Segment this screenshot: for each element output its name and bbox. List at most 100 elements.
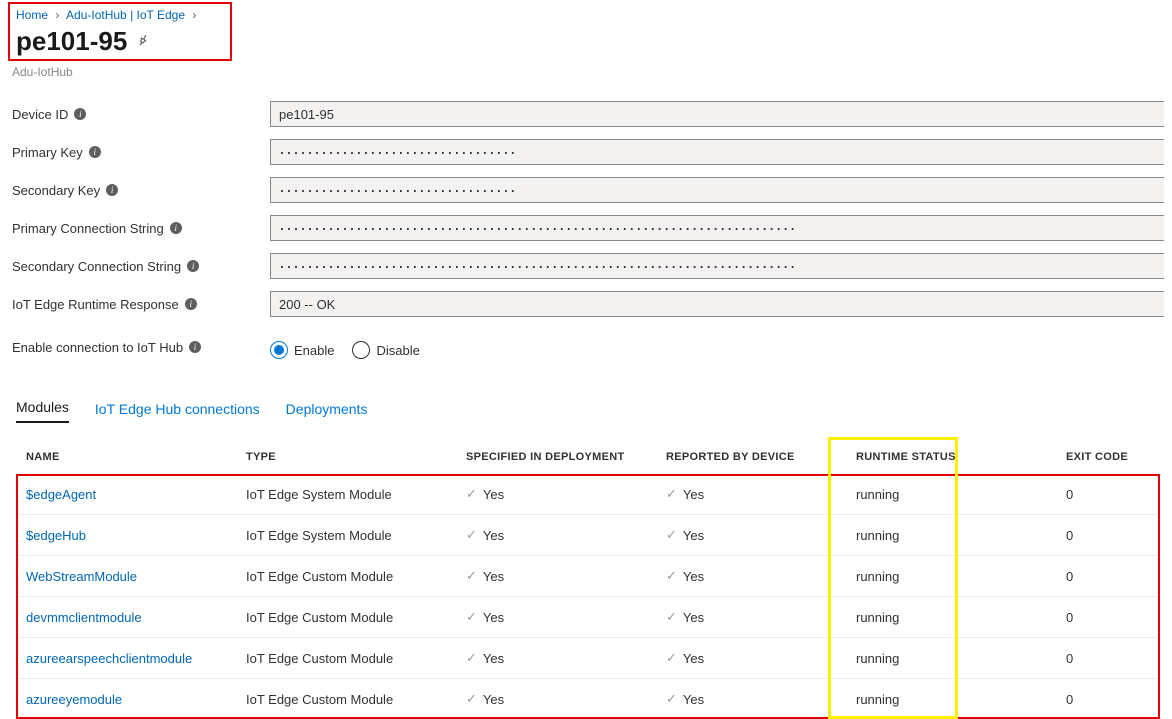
check-icon: ✓ <box>666 568 677 584</box>
spec-yes: ✓Yes <box>466 609 646 625</box>
enable-connection-label: Enable connection to IoT Hub <box>12 340 183 355</box>
table-row: $edgeHub IoT Edge System Module ✓Yes ✓Yes ru… <box>16 515 1160 556</box>
exit-code: 0 <box>1056 474 1160 515</box>
secondary-key-field[interactable]: ·································· <box>270 177 1164 203</box>
spec-yes: ✓Yes <box>466 568 646 584</box>
spec-yes: ✓Yes <box>466 486 646 502</box>
page-title: pe101-95 <box>16 26 127 57</box>
check-icon: ✓ <box>466 486 477 502</box>
info-icon[interactable]: i <box>89 146 101 158</box>
check-icon: ✓ <box>666 609 677 625</box>
col-reported[interactable]: REPORTED BY DEVICE <box>656 443 846 474</box>
table-row: $edgeAgent IoT Edge System Module ✓Yes ✓Yes… <box>16 474 1160 515</box>
check-icon: ✓ <box>466 568 477 584</box>
tab-modules[interactable]: Modules <box>16 399 69 423</box>
pin-icon[interactable] <box>132 30 153 53</box>
module-type: IoT Edge System Module <box>236 515 456 556</box>
table-row: azureeyemodule IoT Edge Custom Module ✓Yes… <box>16 679 1160 719</box>
module-type: IoT Edge Custom Module <box>236 679 456 719</box>
check-icon: ✓ <box>666 691 677 707</box>
module-type: IoT Edge System Module <box>236 474 456 515</box>
radio-enable-label: Enable <box>294 343 334 358</box>
reported-yes: ✓Yes <box>666 650 836 666</box>
exit-code: 0 <box>1056 556 1160 597</box>
runtime-status: running <box>846 597 1056 638</box>
primary-conn-field[interactable]: ········································… <box>270 215 1164 241</box>
col-name[interactable]: NAME <box>16 443 236 474</box>
modules-table: NAME TYPE SPECIFIED IN DEPLOYMENT REPORT… <box>16 443 1160 719</box>
info-icon[interactable]: i <box>187 260 199 272</box>
module-link[interactable]: WebStreamModule <box>26 569 137 584</box>
radio-disable[interactable] <box>352 341 370 359</box>
secondary-key-label: Secondary Key <box>12 183 100 198</box>
reported-yes: ✓Yes <box>666 691 836 707</box>
module-type: IoT Edge Custom Module <box>236 597 456 638</box>
runtime-status: running <box>846 638 1056 679</box>
info-icon[interactable]: i <box>189 341 201 353</box>
reported-yes: ✓Yes <box>666 609 836 625</box>
reported-yes: ✓Yes <box>666 527 836 543</box>
table-row: WebStreamModule IoT Edge Custom Module ✓Ye… <box>16 556 1160 597</box>
check-icon: ✓ <box>466 527 477 543</box>
spec-yes: ✓Yes <box>466 691 646 707</box>
module-type: IoT Edge Custom Module <box>236 556 456 597</box>
header-highlight-box: Home › Adu-IotHub | IoT Edge › pe101-95 <box>8 2 232 61</box>
col-exit[interactable]: EXIT CODE <box>1056 443 1160 474</box>
check-icon: ✓ <box>666 650 677 666</box>
exit-code: 0 <box>1056 597 1160 638</box>
runtime-response-label: IoT Edge Runtime Response <box>12 297 179 312</box>
col-spec[interactable]: SPECIFIED IN DEPLOYMENT <box>456 443 656 474</box>
tabs: Modules IoT Edge Hub connections Deploym… <box>16 399 1172 423</box>
runtime-response-field[interactable]: 200 -- OK <box>270 291 1164 317</box>
breadcrumb-hub[interactable]: Adu-IotHub | IoT Edge <box>66 8 185 22</box>
info-icon[interactable]: i <box>170 222 182 234</box>
check-icon: ✓ <box>466 691 477 707</box>
chevron-right-icon: › <box>192 8 196 22</box>
breadcrumb-home[interactable]: Home <box>16 8 48 22</box>
exit-code: 0 <box>1056 679 1160 719</box>
table-row: devmmclientmodule IoT Edge Custom Module ✓… <box>16 597 1160 638</box>
runtime-status: running <box>846 679 1056 719</box>
enable-radio-group: Enable Disable <box>270 335 1172 359</box>
runtime-status: running <box>846 556 1056 597</box>
module-link[interactable]: $edgeAgent <box>26 487 96 502</box>
device-id-label: Device ID <box>12 107 68 122</box>
col-runtime[interactable]: RUNTIME STATUS <box>846 443 1056 474</box>
table-row: azureearspeechclientmodule IoT Edge Custo… <box>16 638 1160 679</box>
module-type: IoT Edge Custom Module <box>236 638 456 679</box>
reported-yes: ✓Yes <box>666 568 836 584</box>
modules-table-wrap: NAME TYPE SPECIFIED IN DEPLOYMENT REPORT… <box>16 443 1160 719</box>
runtime-status: running <box>846 515 1056 556</box>
runtime-status: running <box>846 474 1056 515</box>
tab-hub-connections[interactable]: IoT Edge Hub connections <box>95 401 260 423</box>
radio-disable-label: Disable <box>376 343 419 358</box>
primary-key-field[interactable]: ·································· <box>270 139 1164 165</box>
info-icon[interactable]: i <box>74 108 86 120</box>
check-icon: ✓ <box>466 609 477 625</box>
resource-subtitle: Adu-IotHub <box>12 65 1172 79</box>
chevron-right-icon: › <box>55 8 59 22</box>
primary-conn-label: Primary Connection String <box>12 221 164 236</box>
breadcrumb: Home › Adu-IotHub | IoT Edge › <box>16 8 224 22</box>
spec-yes: ✓Yes <box>466 650 646 666</box>
primary-key-label: Primary Key <box>12 145 83 160</box>
tab-deployments[interactable]: Deployments <box>286 401 368 423</box>
col-type[interactable]: TYPE <box>236 443 456 474</box>
secondary-conn-field[interactable]: ········································… <box>270 253 1164 279</box>
check-icon: ✓ <box>666 486 677 502</box>
secondary-conn-label: Secondary Connection String <box>12 259 181 274</box>
info-icon[interactable]: i <box>106 184 118 196</box>
spec-yes: ✓Yes <box>466 527 646 543</box>
exit-code: 0 <box>1056 515 1160 556</box>
reported-yes: ✓Yes <box>666 486 836 502</box>
info-icon[interactable]: i <box>185 298 197 310</box>
check-icon: ✓ <box>466 650 477 666</box>
module-link[interactable]: $edgeHub <box>26 528 86 543</box>
module-link[interactable]: azureearspeechclientmodule <box>26 651 192 666</box>
exit-code: 0 <box>1056 638 1160 679</box>
device-form: Device ID i pe101-95 Primary Key i ·····… <box>0 101 1172 359</box>
module-link[interactable]: devmmclientmodule <box>26 610 142 625</box>
module-link[interactable]: azureeyemodule <box>26 692 122 707</box>
radio-enable[interactable] <box>270 341 288 359</box>
device-id-field[interactable]: pe101-95 <box>270 101 1164 127</box>
